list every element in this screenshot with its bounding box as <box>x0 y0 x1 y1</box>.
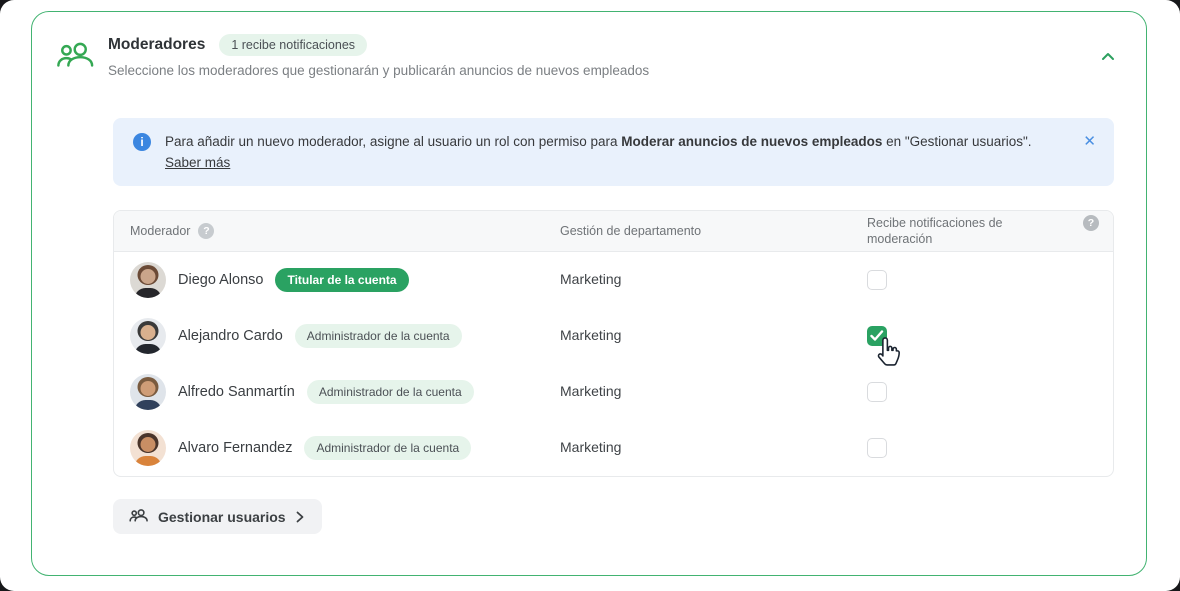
card-header: Moderadores 1 recibe notificaciones Sele… <box>32 12 1146 78</box>
card-content: i Para añadir un nuevo moderador, asigne… <box>32 118 1146 534</box>
table-header-row: Moderador ? Gestión de departamento Reci… <box>114 211 1113 252</box>
table-row: Alvaro Fernandez Administrador de la cue… <box>114 420 1113 476</box>
page-title: Moderadores <box>108 36 205 54</box>
info-icon: i <box>133 133 151 151</box>
manage-users-icon <box>129 508 148 525</box>
chevron-right-icon <box>296 511 304 523</box>
notifications-checkbox[interactable] <box>867 270 887 290</box>
table-row: Alejandro Cardo Administrador de la cuen… <box>114 308 1113 364</box>
help-icon[interactable]: ? <box>1083 215 1099 231</box>
avatar-face <box>141 269 156 284</box>
department-cell: Marketing <box>560 439 621 455</box>
notifications-count-badge: 1 recibe notificaciones <box>219 34 367 56</box>
learn-more-link[interactable]: Saber más <box>165 155 230 170</box>
table-row: Diego Alonso Titular de la cuenta Market… <box>114 252 1113 308</box>
collapse-section-button[interactable] <box>1096 44 1120 68</box>
avatar-face <box>141 437 156 452</box>
avatar <box>130 430 166 466</box>
hand-cursor-icon <box>875 336 902 368</box>
chevron-up-icon <box>1101 52 1115 61</box>
banner-text-bold: Moderar anuncios de nuevos empleados <box>621 134 882 149</box>
avatar <box>130 262 166 298</box>
avatar-shirt <box>135 400 162 410</box>
avatar-face <box>141 325 156 340</box>
column-header-moderator: Moderador <box>130 224 190 238</box>
department-cell: Marketing <box>560 383 621 399</box>
role-badge: Administrador de la cuenta <box>295 324 462 348</box>
moderator-name: Alfredo Sanmartín <box>178 384 295 400</box>
header-text-block: Moderadores 1 recibe notificaciones Sele… <box>108 34 1096 78</box>
help-icon[interactable]: ? <box>198 223 214 239</box>
avatar-shirt <box>135 456 162 466</box>
screen: Moderadores 1 recibe notificaciones Sele… <box>0 0 1180 591</box>
column-header-notifications: Recibe notificaciones de moderación <box>867 215 1027 247</box>
department-cell: Marketing <box>560 327 621 343</box>
moderators-card: Moderadores 1 recibe notificaciones Sele… <box>31 11 1147 576</box>
avatar-shirt <box>135 288 162 298</box>
avatar-face <box>141 381 156 396</box>
banner-text-after: en "Gestionar usuarios". <box>882 134 1031 149</box>
moderator-name: Alvaro Fernandez <box>178 440 292 456</box>
info-banner: i Para añadir un nuevo moderador, asigne… <box>113 118 1114 186</box>
page-background: Moderadores 1 recibe notificaciones Sele… <box>0 0 1180 591</box>
moderators-table: Moderador ? Gestión de departamento Reci… <box>113 210 1114 477</box>
department-cell: Marketing <box>560 271 621 287</box>
avatar <box>130 374 166 410</box>
role-badge: Administrador de la cuenta <box>307 380 474 404</box>
avatar-shirt <box>135 344 162 354</box>
notifications-checkbox[interactable] <box>867 326 887 346</box>
moderators-people-icon <box>56 40 94 74</box>
moderator-name: Diego Alonso <box>178 272 263 288</box>
column-header-department: Gestión de departamento <box>560 224 701 238</box>
banner-text: Para añadir un nuevo moderador, asigne a… <box>165 131 1083 173</box>
manage-users-label: Gestionar usuarios <box>158 509 286 525</box>
notifications-checkbox[interactable] <box>867 382 887 402</box>
close-banner-icon[interactable]: ✕ <box>1083 133 1096 151</box>
page-subtitle: Seleccione los moderadores que gestionar… <box>108 63 1096 78</box>
table-row: Alfredo Sanmartín Administrador de la cu… <box>114 364 1113 420</box>
role-badge: Titular de la cuenta <box>275 268 408 292</box>
avatar <box>130 318 166 354</box>
table-body: Diego Alonso Titular de la cuenta Market… <box>114 252 1113 476</box>
manage-users-button[interactable]: Gestionar usuarios <box>113 499 322 534</box>
banner-text-before: Para añadir un nuevo moderador, asigne a… <box>165 134 621 149</box>
notifications-checkbox[interactable] <box>867 438 887 458</box>
moderator-name: Alejandro Cardo <box>178 328 283 344</box>
role-badge: Administrador de la cuenta <box>304 436 471 460</box>
